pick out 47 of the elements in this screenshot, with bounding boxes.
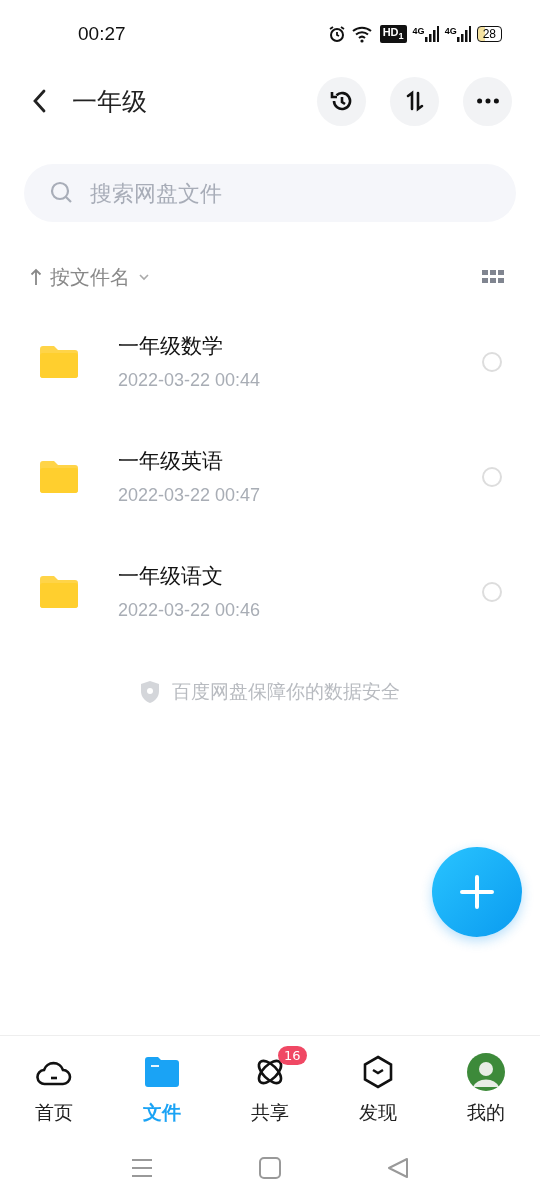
more-button[interactable] (463, 76, 512, 126)
nav-tab[interactable]: 首页 (0, 1036, 108, 1136)
up-arrow-icon (30, 268, 42, 286)
back-triangle-icon[interactable] (387, 1157, 409, 1179)
select-radio[interactable] (482, 581, 502, 602)
alarm-icon (327, 25, 346, 43)
wifi-icon (351, 25, 374, 43)
back-icon[interactable] (32, 89, 46, 113)
avatar-icon (467, 1053, 505, 1091)
folder-name[interactable]: 一年级数学 (118, 332, 482, 360)
select-radio[interactable] (482, 466, 502, 487)
cube-icon (362, 1055, 394, 1089)
security-note: 百度网盘保障你的数据安全 (172, 679, 400, 704)
shield-icon (140, 681, 160, 703)
signal-icon (456, 26, 471, 42)
modified-date: 2022-03-22 00:46 (118, 600, 262, 621)
hd-badge: HD$_{1}$ (379, 25, 407, 43)
count-badge: 16 (278, 1046, 307, 1065)
folder-icon (40, 345, 78, 378)
history-button[interactable] (317, 76, 366, 126)
more-icon (476, 98, 499, 104)
status-time: 00:27 (78, 23, 126, 45)
folder-name[interactable]: 一年级语文 (118, 562, 482, 590)
folder-name[interactable]: 一年级英语 (118, 447, 482, 475)
grid-view-icon[interactable] (482, 270, 504, 284)
folder-icon (40, 575, 78, 608)
modified-date: 2022-03-22 00:44 (118, 370, 262, 391)
signal-icon (424, 26, 439, 42)
nav-tab[interactable]: 我的 (432, 1036, 540, 1136)
plus-icon (459, 874, 495, 910)
network-label: 4G (444, 26, 457, 36)
nav-tab[interactable]: 16 共享 (216, 1036, 324, 1136)
sort-button[interactable] (390, 76, 439, 126)
sort-dropdown[interactable]: 按文件名 (30, 263, 150, 291)
network-label: 4G (412, 26, 425, 36)
page-title: 一年级 (72, 85, 147, 118)
modified-date: 2022-03-22 00:47 (118, 485, 262, 506)
home-square-icon[interactable] (259, 1157, 281, 1179)
battery-indicator: 28 (476, 26, 502, 42)
folder-icon (145, 1057, 179, 1087)
folder-icon (40, 460, 78, 493)
search-field[interactable]: 搜索网盘文件 (24, 164, 516, 222)
select-radio[interactable] (482, 351, 502, 372)
menu-icon[interactable] (131, 1158, 153, 1178)
caret-icon (138, 273, 150, 281)
nav-tab[interactable]: 发现 (324, 1036, 432, 1136)
add-button[interactable] (432, 847, 522, 937)
